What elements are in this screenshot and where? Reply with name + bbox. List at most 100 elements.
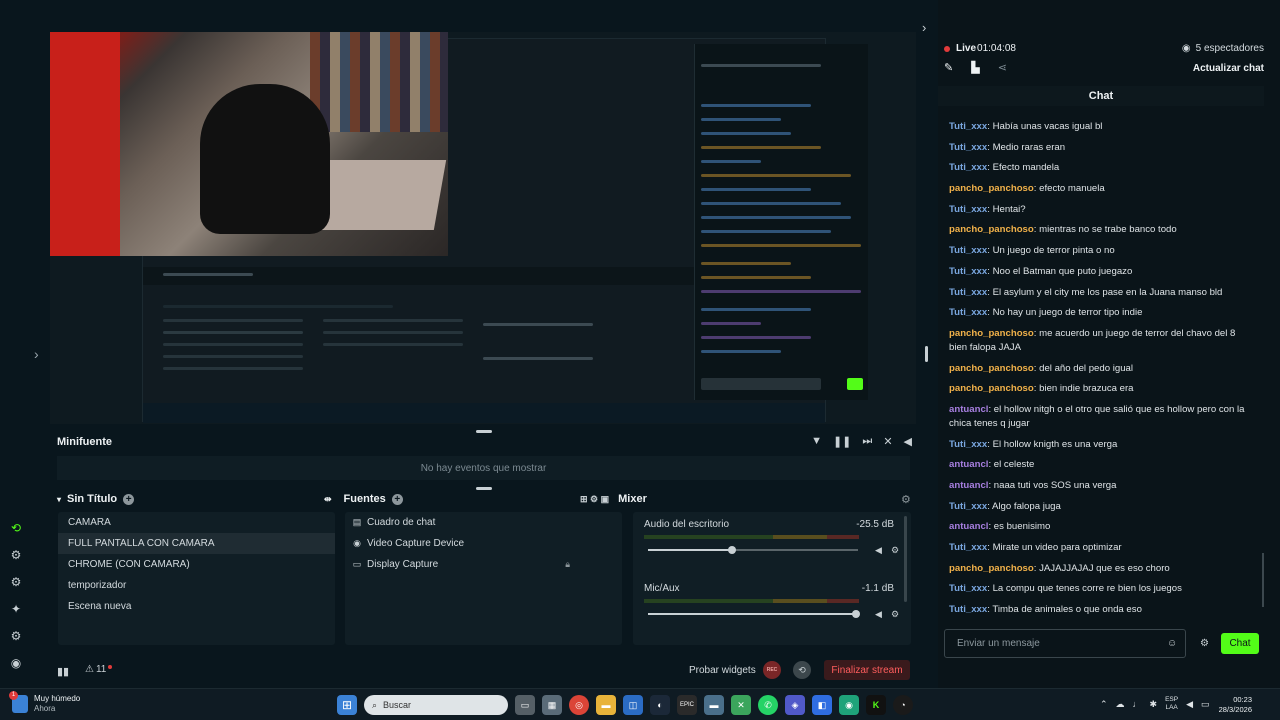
chat-username[interactable]: Tuti_xxx: [949, 501, 987, 512]
update-chat-button[interactable]: Actualizar chat: [1193, 63, 1264, 74]
tray-chevron-icon[interactable]: ⌃: [1100, 699, 1108, 710]
chat-input[interactable]: Enviar un mensaje: [944, 629, 1186, 658]
chat-username[interactable]: antuancl: [949, 521, 988, 532]
widgets-icon[interactable]: ⚙: [8, 574, 24, 590]
chrome-icon[interactable]: ◎: [569, 695, 589, 715]
lock-icon[interactable]: 🔒︎: [565, 559, 570, 570]
app-icon-extra[interactable]: ◔: [893, 695, 913, 715]
filter-icon[interactable]: ▼: [811, 435, 822, 448]
obs-app-icon[interactable]: ◉: [839, 695, 859, 715]
chat-username[interactable]: Tuti_xxx: [949, 583, 987, 594]
mixer-settings-icon[interactable]: ⚙: [901, 493, 911, 506]
outlook-icon[interactable]: ◫: [623, 695, 643, 715]
source-item[interactable]: ◉ Video Capture Device: [345, 533, 622, 554]
whatsapp-icon[interactable]: ✆: [758, 695, 778, 715]
test-widgets-button[interactable]: Probar widgets: [689, 665, 756, 676]
channel-settings-icon[interactable]: ⚙: [891, 609, 899, 620]
speaker-icon[interactable]: ◀: [1186, 699, 1193, 710]
channel-settings-icon[interactable]: ⚙: [891, 545, 899, 556]
scene-item[interactable]: Escena nueva: [58, 596, 335, 617]
chat-username[interactable]: pancho_panchoso: [949, 383, 1034, 394]
chat-username[interactable]: Tuti_xxx: [949, 266, 987, 277]
volume-knob[interactable]: [851, 610, 860, 618]
microphone-icon[interactable]: ♩: [1133, 699, 1142, 709]
add-scene-button[interactable]: +: [123, 493, 135, 505]
add-source-button[interactable]: +: [391, 493, 403, 505]
scene-item[interactable]: CAMARA: [58, 512, 335, 533]
skip-icon[interactable]: ⏭: [862, 435, 872, 448]
speaker-icon[interactable]: ◀: [875, 609, 882, 620]
expand-rail-icon[interactable]: ›: [34, 346, 39, 362]
collapse-scenes-icon[interactable]: ▾: [57, 495, 61, 504]
share-icon[interactable]: ⋖: [998, 61, 1007, 74]
end-stream-button[interactable]: Finalizar stream: [824, 660, 910, 680]
taskbar-search[interactable]: ⌕ Buscar: [364, 695, 508, 715]
app-icon[interactable]: ▬: [704, 695, 724, 715]
calculator-icon[interactable]: ▦: [542, 695, 562, 715]
chat-username[interactable]: antuancl: [949, 480, 988, 491]
settings-icon[interactable]: ⚙: [8, 628, 24, 644]
chat-username[interactable]: Tuti_xxx: [949, 121, 987, 132]
chat-send-button[interactable]: Chat: [1221, 633, 1259, 654]
network-icon[interactable]: ▭: [1201, 699, 1210, 710]
resize-icon[interactable]: ⇹: [324, 494, 332, 505]
sources-toolbar-icons[interactable]: ⊞ ⚙ ▣: [580, 494, 609, 505]
rec-button[interactable]: REC: [763, 661, 781, 679]
chat-username[interactable]: Tuti_xxx: [949, 204, 987, 215]
chat-username[interactable]: Tuti_xxx: [949, 307, 987, 318]
chat-username[interactable]: pancho_panchoso: [949, 224, 1034, 235]
mixer-scrollbar[interactable]: [904, 516, 907, 602]
store-icon[interactable]: ◧: [812, 695, 832, 715]
volume-icon[interactable]: ◀: [904, 435, 912, 448]
chat-scrollbar[interactable]: [1262, 553, 1264, 607]
volume-knob[interactable]: [728, 546, 736, 554]
stats-icon[interactable]: ▮▮: [57, 665, 69, 678]
file-explorer-icon[interactable]: ▬: [596, 695, 616, 715]
resize-handle[interactable]: [925, 346, 928, 362]
volume-slider[interactable]: [648, 610, 860, 618]
chat-username[interactable]: pancho_panchoso: [949, 563, 1034, 574]
scene-item[interactable]: FULL PANTALLA CON CAMARA: [58, 533, 335, 554]
chat-username[interactable]: antuancl: [949, 404, 988, 415]
steam-icon[interactable]: ◐: [650, 695, 670, 715]
chat-username[interactable]: Tuti_xxx: [949, 542, 987, 553]
profile-icon[interactable]: ◉: [8, 655, 24, 671]
epic-icon[interactable]: EPIC: [677, 695, 697, 715]
language-indicator[interactable]: ESP LAA: [1165, 696, 1178, 712]
clock[interactable]: 00:23 28/3/2026: [1219, 695, 1252, 715]
minecraft-icon[interactable]: ✕: [731, 695, 751, 715]
stream-preview[interactable]: [50, 32, 916, 424]
replay-button[interactable]: ⟲: [793, 661, 811, 679]
chat-username[interactable]: Tuti_xxx: [949, 142, 987, 153]
chat-username[interactable]: Tuti_xxx: [949, 287, 987, 298]
chat-settings-icon[interactable]: ⚙: [1200, 638, 1209, 649]
dashboard-icon[interactable]: ⟲: [8, 520, 24, 536]
chat-username[interactable]: antuancl: [949, 459, 988, 470]
emoji-icon[interactable]: ☺: [1167, 638, 1177, 649]
pause-icon[interactable]: ❚❚: [833, 435, 851, 448]
effects-icon[interactable]: ✦: [8, 601, 24, 617]
start-icon[interactable]: ⊞: [337, 695, 357, 715]
chat-username[interactable]: pancho_panchoso: [949, 328, 1034, 339]
teams-icon[interactable]: ◈: [785, 695, 805, 715]
source-item[interactable]: ▭ Display Capture 🔒︎: [345, 554, 622, 575]
chat-username[interactable]: pancho_panchoso: [949, 183, 1034, 194]
source-item[interactable]: ▤ Cuadro de chat: [345, 512, 622, 533]
edit-icon[interactable]: ✎: [944, 61, 953, 74]
clip-icon[interactable]: ▙: [971, 61, 979, 74]
onedrive-icon[interactable]: ☁: [1116, 699, 1125, 710]
volume-slider[interactable]: [648, 546, 858, 554]
alerts-indicator[interactable]: ⚠ 11: [85, 664, 113, 675]
bluetooth-icon[interactable]: ✱: [1150, 699, 1158, 710]
scene-item[interactable]: temporizador: [58, 575, 335, 596]
speaker-icon[interactable]: ◀: [875, 545, 882, 556]
chat-username[interactable]: Tuti_xxx: [949, 162, 987, 173]
weather-widget[interactable]: 1 Muy húmedo Ahora: [9, 691, 80, 714]
mute-icon[interactable]: ✕: [883, 435, 892, 448]
taskview-icon[interactable]: ▭: [515, 695, 535, 715]
kick-icon[interactable]: K: [866, 695, 886, 715]
chat-username[interactable]: Tuti_xxx: [949, 439, 987, 450]
collapse-chat-icon[interactable]: ›: [922, 20, 926, 35]
chat-username[interactable]: Tuti_xxx: [949, 604, 987, 615]
panel-divider[interactable]: [476, 487, 492, 490]
